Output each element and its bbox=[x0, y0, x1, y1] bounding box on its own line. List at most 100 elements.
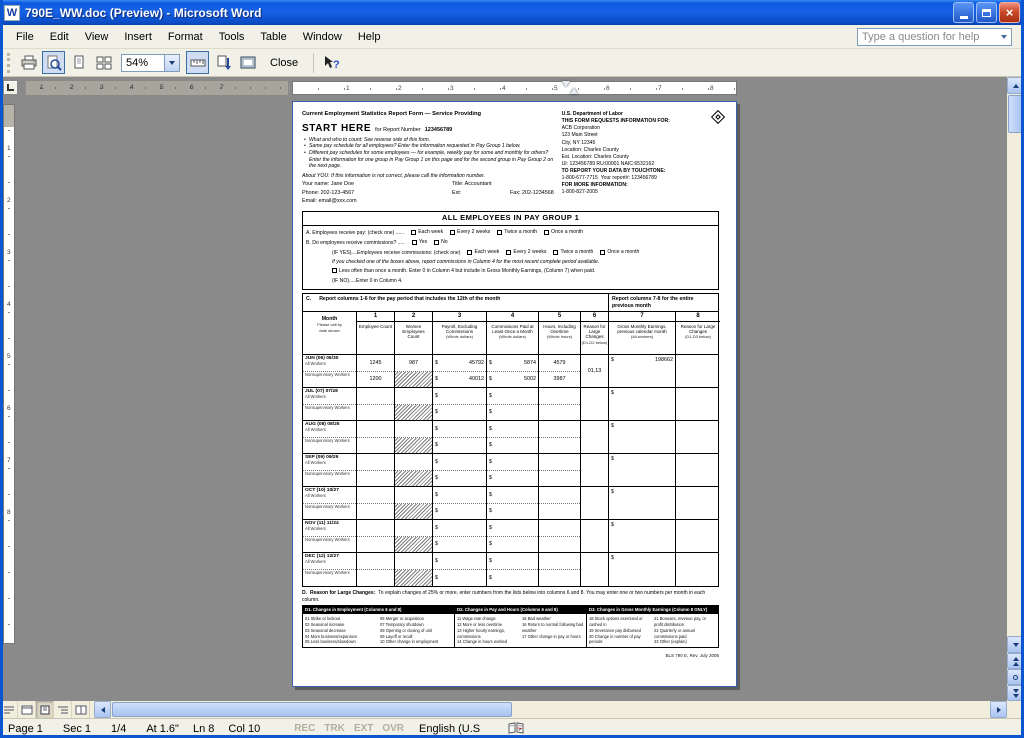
title-bar: W 790E_WW.doc (Preview) - Microsoft Word… bbox=[0, 0, 1024, 25]
touchtone-label: TO REPORT YOUR DATA BY TOUCHTONE: bbox=[562, 168, 709, 175]
select-browse-object-button[interactable] bbox=[1007, 669, 1024, 685]
reason-box-items: 01 Strike or lockout02 Seasonal increase… bbox=[303, 614, 454, 647]
view-ruler-button[interactable] bbox=[186, 51, 209, 74]
menu-edit[interactable]: Edit bbox=[42, 28, 77, 46]
cell-all-workers bbox=[539, 487, 580, 504]
form-checkbox-option: Twice a month bbox=[497, 229, 537, 236]
minimize-button[interactable] bbox=[953, 2, 974, 23]
tab-stop-icon bbox=[7, 84, 14, 91]
reading-layout-view-button[interactable] bbox=[72, 701, 90, 718]
print-layout-view-button[interactable] bbox=[36, 701, 54, 718]
menu-window[interactable]: Window bbox=[295, 28, 350, 46]
menu-table[interactable]: Table bbox=[252, 28, 294, 46]
normal-view-button[interactable] bbox=[0, 701, 18, 718]
status-ext-toggle[interactable]: EXT bbox=[354, 723, 373, 734]
reason6-cell: 01,13 bbox=[581, 355, 609, 387]
menu-help[interactable]: Help bbox=[350, 28, 389, 46]
dollar-sign: $ bbox=[489, 360, 492, 367]
shrink-to-fit-button[interactable] bbox=[211, 51, 234, 74]
outline-view-button[interactable] bbox=[54, 701, 72, 718]
cell-value: 40012 bbox=[469, 376, 484, 383]
reason6-cell bbox=[581, 520, 609, 552]
zoom-dropdown-button[interactable] bbox=[165, 54, 180, 72]
dollar-sign: $ bbox=[489, 393, 492, 400]
cell-nonsupervisory bbox=[357, 504, 394, 520]
first-line-indent-marker[interactable] bbox=[562, 81, 570, 87]
reason-item: 18 Stock options exercised or cashed in bbox=[589, 616, 651, 627]
close-button[interactable]: × bbox=[999, 2, 1020, 23]
month-row-all: JUN (06) 06/30All Workers bbox=[303, 355, 356, 372]
column-label: Hours, Including Overtime bbox=[539, 322, 580, 334]
document-page[interactable]: Current Employment Statistics Report For… bbox=[292, 101, 737, 687]
close-preview-button[interactable]: Close bbox=[261, 54, 307, 72]
checkbox-icon bbox=[506, 250, 511, 255]
browse-object-icon bbox=[1013, 675, 1018, 680]
multiple-pages-button[interactable] bbox=[92, 51, 115, 74]
arrow-up-icon bbox=[1013, 84, 1019, 88]
data-column: $$ bbox=[487, 487, 539, 519]
reason-code-boxes: D1. Changes in Employment (Columns 6 and… bbox=[302, 605, 719, 648]
row-label-all: All Workers bbox=[305, 560, 326, 565]
vertical-scrollbar[interactable] bbox=[1007, 77, 1024, 701]
scroll-up-button[interactable] bbox=[1007, 77, 1024, 94]
full-screen-button[interactable] bbox=[236, 51, 259, 74]
reason-box: D2. Changes in Pay and Hours (Columns 6 … bbox=[455, 606, 587, 647]
help-button[interactable]: ? bbox=[320, 51, 343, 74]
restore-button[interactable] bbox=[976, 2, 997, 23]
checkbox-icon bbox=[467, 250, 472, 255]
left-indent-marker[interactable] bbox=[570, 88, 578, 94]
dollar-sign: $ bbox=[611, 522, 614, 529]
vertical-scroll-thumb[interactable] bbox=[1008, 95, 1023, 133]
dollar-sign: $ bbox=[489, 492, 492, 499]
toolbar-grip[interactable] bbox=[7, 53, 12, 73]
cell-all-workers bbox=[539, 520, 580, 537]
cell-all-workers: $ bbox=[487, 520, 538, 537]
zoom-value[interactable]: 54% bbox=[121, 54, 165, 72]
form-checkbox-option: Each week bbox=[467, 249, 499, 256]
scroll-down-button[interactable] bbox=[1007, 636, 1024, 653]
dollar-sign: $ bbox=[611, 357, 614, 364]
one-page-button[interactable] bbox=[67, 51, 90, 74]
reason8-cell bbox=[676, 487, 720, 519]
print-button[interactable] bbox=[17, 51, 40, 74]
checkbox-label: Every 2 weeks bbox=[457, 229, 490, 236]
next-page-button[interactable] bbox=[1007, 685, 1024, 701]
help-question-input[interactable]: Type a question for help bbox=[857, 28, 1012, 46]
horizontal-scroll-thumb[interactable] bbox=[112, 702, 512, 717]
status-ovr-toggle[interactable]: OVR bbox=[382, 723, 404, 734]
full-screen-icon bbox=[240, 55, 256, 71]
menu-tools[interactable]: Tools bbox=[211, 28, 253, 46]
dollar-sign: $ bbox=[435, 459, 438, 466]
menu-file[interactable]: File bbox=[8, 28, 42, 46]
spelling-status-button[interactable] bbox=[508, 722, 524, 735]
help-question-placeholder: Type a question for help bbox=[862, 31, 979, 43]
status-rec-toggle[interactable]: REC bbox=[294, 723, 315, 734]
ruler-number: 2 bbox=[7, 197, 11, 204]
dollar-sign: $ bbox=[489, 475, 492, 482]
menu-view[interactable]: View bbox=[77, 28, 117, 46]
form-checkbox-option: Every 2 weeks bbox=[506, 249, 546, 256]
web-layout-view-button[interactable] bbox=[18, 701, 36, 718]
menu-insert[interactable]: Insert bbox=[116, 28, 160, 46]
scroll-left-button[interactable] bbox=[94, 701, 111, 718]
reason-box-title: D2. Changes in Pay and Hours (Columns 6 … bbox=[455, 606, 586, 615]
scroll-right-button[interactable] bbox=[990, 701, 1007, 718]
horizontal-scrollbar[interactable] bbox=[0, 701, 1007, 718]
row-label-all: All Workers bbox=[305, 362, 326, 367]
cell-all-workers: $ bbox=[487, 553, 538, 570]
ruler-number: 4 bbox=[502, 85, 506, 92]
cell-nonsupervisory: 3987 bbox=[539, 372, 580, 388]
status-at: At 1.6" bbox=[146, 723, 179, 735]
cell-all-workers bbox=[357, 421, 394, 438]
table-row-month: JUL (07) 07/28All WorkersNonsupervisory … bbox=[303, 388, 718, 421]
data-column bbox=[539, 388, 581, 420]
column-note: (Whole hours) bbox=[547, 334, 572, 340]
status-trk-toggle[interactable]: TRK bbox=[324, 723, 345, 734]
menu-format[interactable]: Format bbox=[160, 28, 211, 46]
table-row-month: SEP (09) 09/29All WorkersNonsupervisory … bbox=[303, 454, 718, 487]
dollar-sign: $ bbox=[489, 575, 492, 582]
ruler-band-page: 12345678 bbox=[292, 81, 737, 95]
tab-stop-selector[interactable] bbox=[3, 80, 18, 95]
previous-page-button[interactable] bbox=[1007, 653, 1024, 669]
magnifier-toggle-button[interactable] bbox=[42, 51, 65, 74]
